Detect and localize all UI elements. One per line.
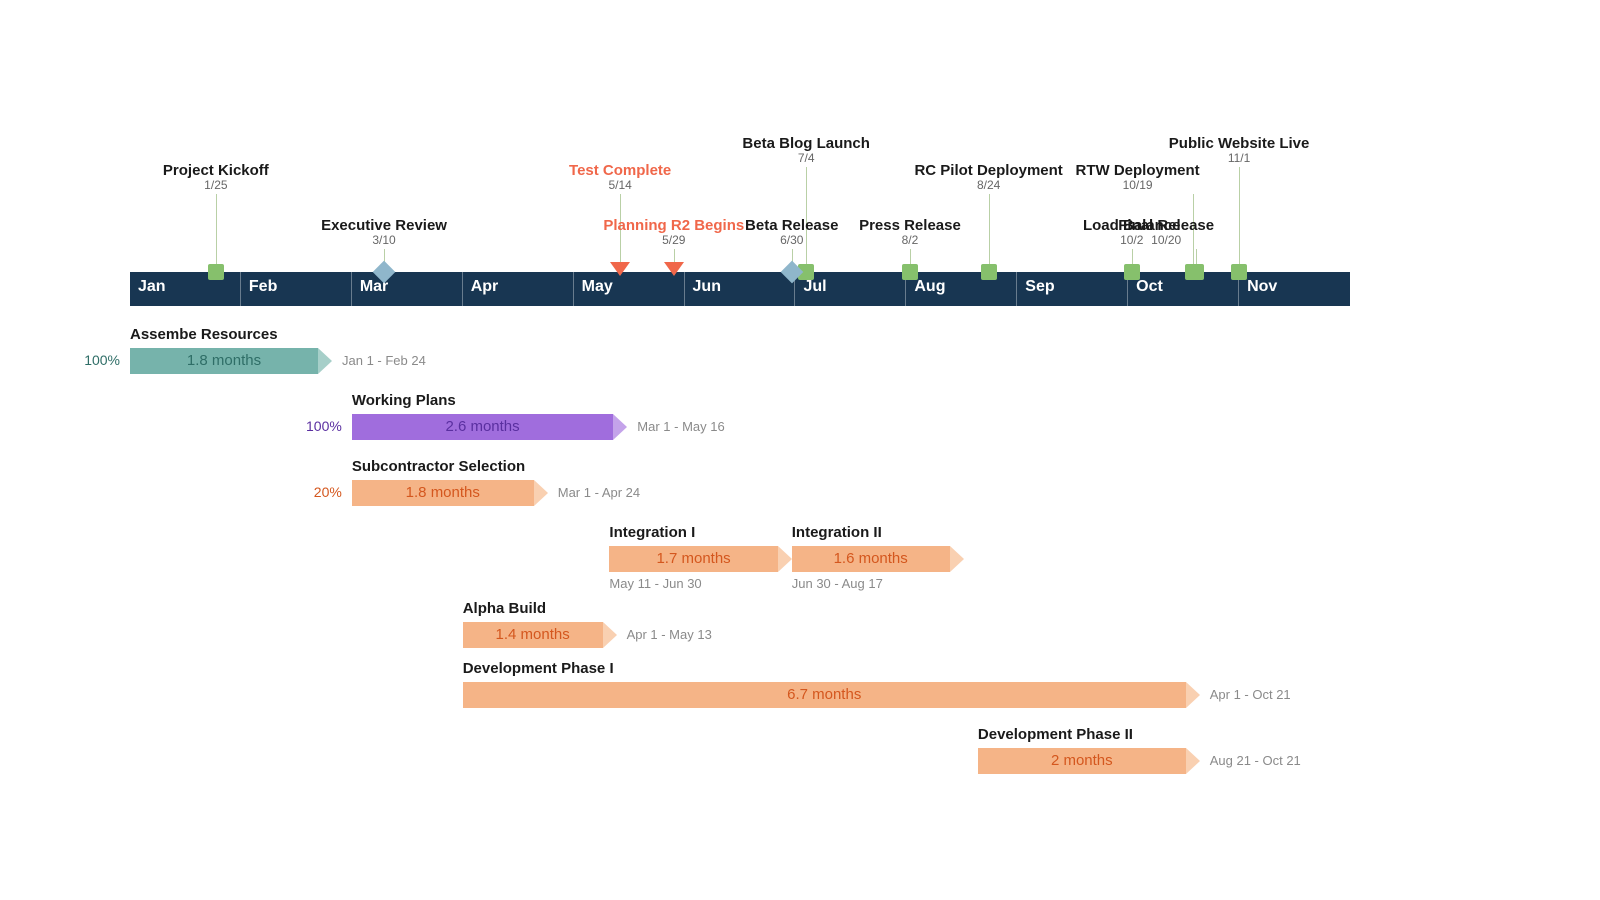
- month-tick: [573, 272, 574, 306]
- milestone-label: RC Pilot Deployment: [914, 162, 1062, 179]
- task-bar: 1.4 months: [463, 622, 617, 648]
- milestone-label: Press Release: [859, 217, 961, 234]
- milestone-square-icon: [902, 264, 918, 280]
- milestone-stem: [806, 167, 807, 264]
- milestone-date: 10/19: [1123, 178, 1153, 192]
- month-label: May: [582, 278, 613, 296]
- task-bar: 1.7 months: [609, 546, 791, 572]
- milestone-square-icon: [981, 264, 997, 280]
- milestone-stem: [1239, 167, 1240, 264]
- milestone-date: 10/2: [1120, 233, 1143, 247]
- task-bar: 1.8 months: [352, 480, 548, 506]
- milestone-date: 8/2: [902, 233, 919, 247]
- month-label: Apr: [471, 278, 499, 296]
- milestone-date: 11/1: [1228, 151, 1250, 165]
- task-title: Subcontractor Selection: [352, 458, 525, 475]
- milestone-stem: [989, 194, 990, 264]
- milestone-date: 1/25: [204, 178, 227, 192]
- milestone-date: 3/10: [372, 233, 395, 247]
- month-tick: [1016, 272, 1017, 306]
- task-range: Jan 1 - Feb 24: [342, 353, 426, 368]
- milestone-label: Beta Blog Launch: [742, 135, 870, 152]
- month-label: Jul: [803, 278, 826, 296]
- task-duration: 1.4 months: [463, 622, 603, 648]
- task-duration: 1.6 months: [792, 546, 950, 572]
- month-tick: [684, 272, 685, 306]
- task-duration: 6.7 months: [463, 682, 1186, 708]
- task-duration: 2.6 months: [352, 414, 613, 440]
- milestone-date: 6/30: [780, 233, 803, 247]
- task-title: Development Phase I: [463, 660, 614, 677]
- month-label: Jan: [138, 278, 166, 296]
- task-percent: 100%: [292, 418, 342, 434]
- milestone-triangle-icon: [610, 262, 630, 276]
- task-bar: 1.6 months: [792, 546, 964, 572]
- milestone-stem: [216, 194, 217, 264]
- task-bar: 6.7 months: [463, 682, 1200, 708]
- task-title: Integration I: [609, 524, 695, 541]
- timeline-axis: JanFebMarAprMayJunJulAugSepOctNov: [130, 272, 1350, 306]
- task-range: Mar 1 - May 16: [637, 419, 724, 434]
- month-label: Jun: [693, 278, 721, 296]
- milestone-label: Project Kickoff: [163, 162, 269, 179]
- month-tick: [351, 272, 352, 306]
- milestone-date: 5/29: [662, 233, 685, 247]
- milestone-square-icon: [1124, 264, 1140, 280]
- task-title: Assembe Resources: [130, 326, 278, 343]
- milestone-square-icon: [208, 264, 224, 280]
- task-duration: 2 months: [978, 748, 1186, 774]
- month-tick: [240, 272, 241, 306]
- milestone-square-icon: [1188, 264, 1204, 280]
- milestone-stem: [1132, 249, 1133, 264]
- task-range: Apr 1 - Oct 21: [1210, 687, 1291, 702]
- task-title: Integration II: [792, 524, 882, 541]
- milestone-label: Final Release: [1118, 217, 1214, 234]
- task-range: Jun 30 - Aug 17: [792, 576, 883, 591]
- task-range: Aug 21 - Oct 21: [1210, 753, 1301, 768]
- milestone-date: 10/20: [1151, 233, 1181, 247]
- task-duration: 1.8 months: [352, 480, 534, 506]
- milestone-label: Executive Review: [321, 217, 447, 234]
- month-label: Oct: [1136, 278, 1163, 296]
- month-label: Nov: [1247, 278, 1277, 296]
- task-bar: 1.8 months: [130, 348, 332, 374]
- milestone-stem: [1196, 249, 1197, 264]
- task-duration: 1.7 months: [609, 546, 777, 572]
- milestone-date: 5/14: [608, 178, 631, 192]
- task-title: Development Phase II: [978, 726, 1133, 743]
- month-label: Aug: [914, 278, 945, 296]
- task-duration: 1.8 months: [130, 348, 318, 374]
- milestone-label: Public Website Live: [1169, 135, 1310, 152]
- milestone-square-icon: [1231, 264, 1247, 280]
- task-percent: 100%: [70, 352, 120, 368]
- month-label: Feb: [249, 278, 277, 296]
- month-label: Sep: [1025, 278, 1054, 296]
- month-tick: [462, 272, 463, 306]
- milestone-stem: [910, 249, 911, 264]
- task-bar: 2 months: [978, 748, 1200, 774]
- task-title: Alpha Build: [463, 600, 546, 617]
- task-range: Mar 1 - Apr 24: [558, 485, 640, 500]
- task-range: May 11 - Jun 30: [609, 576, 701, 591]
- milestone-label: RTW Deployment: [1075, 162, 1199, 179]
- task-percent: 20%: [292, 484, 342, 500]
- task-title: Working Plans: [352, 392, 456, 409]
- milestone-label: Planning R2 Begins: [603, 217, 744, 234]
- task-bar: 2.6 months: [352, 414, 627, 440]
- milestone-date: 7/4: [798, 151, 815, 165]
- milestone-triangle-icon: [664, 262, 684, 276]
- task-range: Apr 1 - May 13: [627, 627, 712, 642]
- milestone-date: 8/24: [977, 178, 1000, 192]
- milestone-label: Beta Release: [745, 217, 838, 234]
- milestone-label: Test Complete: [569, 162, 671, 179]
